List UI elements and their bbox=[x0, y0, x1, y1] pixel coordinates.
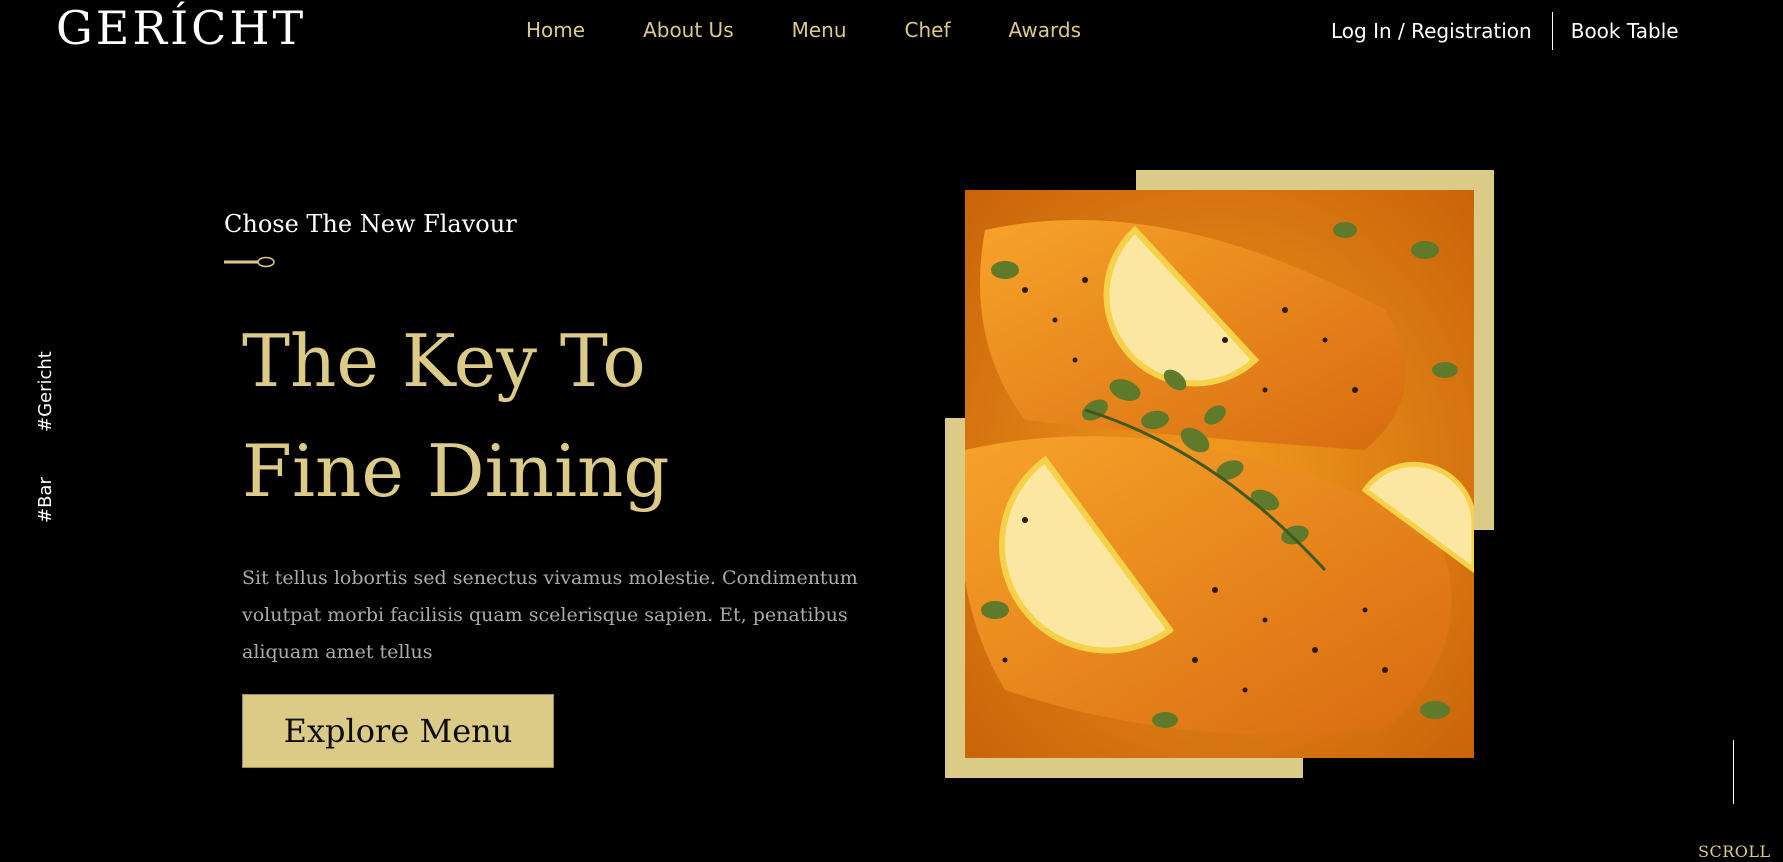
main-nav: Home About Us Menu Chef Awards bbox=[526, 16, 1139, 44]
nav-link-about[interactable]: About Us bbox=[643, 16, 734, 44]
hero-subtitle: Chose The New Flavour bbox=[224, 210, 517, 238]
side-tag-bar[interactable]: #Bar bbox=[34, 477, 58, 523]
nav-link-home[interactable]: Home bbox=[526, 16, 585, 44]
hero-title-line-1: The Key To bbox=[242, 319, 646, 403]
brand-logo[interactable]: GERÍCHT bbox=[56, 2, 306, 54]
salmon-dish-illustration bbox=[965, 190, 1474, 758]
nav-link-awards[interactable]: Awards bbox=[1009, 16, 1081, 44]
scroll-label[interactable]: SCROLL bbox=[1698, 842, 1771, 862]
hero-description: Sit tellus lobortis sed senectus vivamus… bbox=[242, 567, 858, 663]
book-table-link[interactable]: Book Table bbox=[1553, 13, 1679, 49]
nav-link-chef[interactable]: Chef bbox=[905, 16, 951, 44]
explore-menu-button[interactable]: Explore Menu bbox=[242, 694, 554, 768]
nav-link-menu[interactable]: Menu bbox=[792, 16, 847, 44]
page: GERÍCHT Home About Us Menu Chef Awards L… bbox=[0, 0, 1783, 862]
spoon-icon bbox=[224, 256, 275, 268]
scroll-indicator-line bbox=[1733, 740, 1734, 804]
side-tag-gericht[interactable]: #Gericht bbox=[34, 351, 58, 432]
hero-title: The Key To Fine Dining bbox=[242, 306, 802, 526]
hero-title-line-2: Fine Dining bbox=[242, 429, 670, 513]
hero-food-image bbox=[965, 190, 1474, 758]
nav-actions: Log In / Registration Book Table bbox=[1331, 12, 1679, 50]
login-registration-link[interactable]: Log In / Registration bbox=[1331, 13, 1552, 49]
